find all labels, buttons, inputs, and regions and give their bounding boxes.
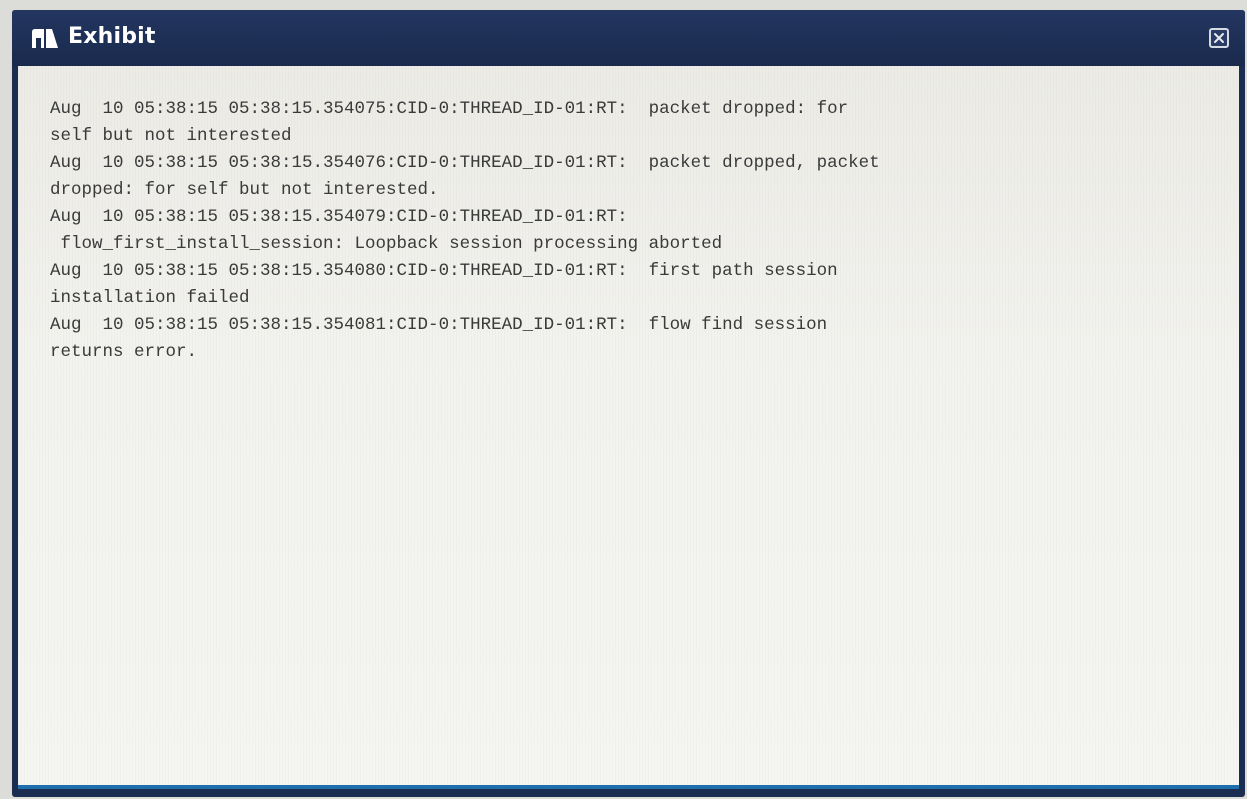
log-line: Aug 10 05:38:15 05:38:15.354076:CID-0:TH… — [50, 153, 880, 173]
close-icon — [1214, 33, 1224, 43]
exhibit-content: Aug 10 05:38:15 05:38:15.354075:CID-0:TH… — [18, 66, 1239, 789]
exhibit-dialog: Exhibit Aug 10 05:38:15 05:38:15.354075:… — [12, 10, 1245, 797]
log-line: Aug 10 05:38:15 05:38:15.354081:CID-0:TH… — [50, 315, 828, 335]
log-line: dropped: for self but not interested. — [50, 180, 439, 200]
log-line: Aug 10 05:38:15 05:38:15.354080:CID-0:TH… — [50, 261, 838, 281]
log-line: returns error. — [50, 342, 198, 362]
log-line: flow_first_install_session: Loopback ses… — [50, 234, 723, 254]
log-line: installation failed — [50, 288, 250, 308]
exhibit-icon — [30, 26, 60, 50]
log-line: self but not interested — [50, 126, 292, 146]
log-line: Aug 10 05:38:15 05:38:15.354075:CID-0:TH… — [50, 99, 849, 119]
log-line: Aug 10 05:38:15 05:38:15.354079:CID-0:TH… — [50, 207, 628, 227]
close-button[interactable] — [1209, 28, 1229, 48]
log-output: Aug 10 05:38:15 05:38:15.354075:CID-0:TH… — [50, 96, 1210, 366]
dialog-titlebar: Exhibit — [12, 10, 1245, 66]
dialog-title: Exhibit — [68, 24, 156, 49]
